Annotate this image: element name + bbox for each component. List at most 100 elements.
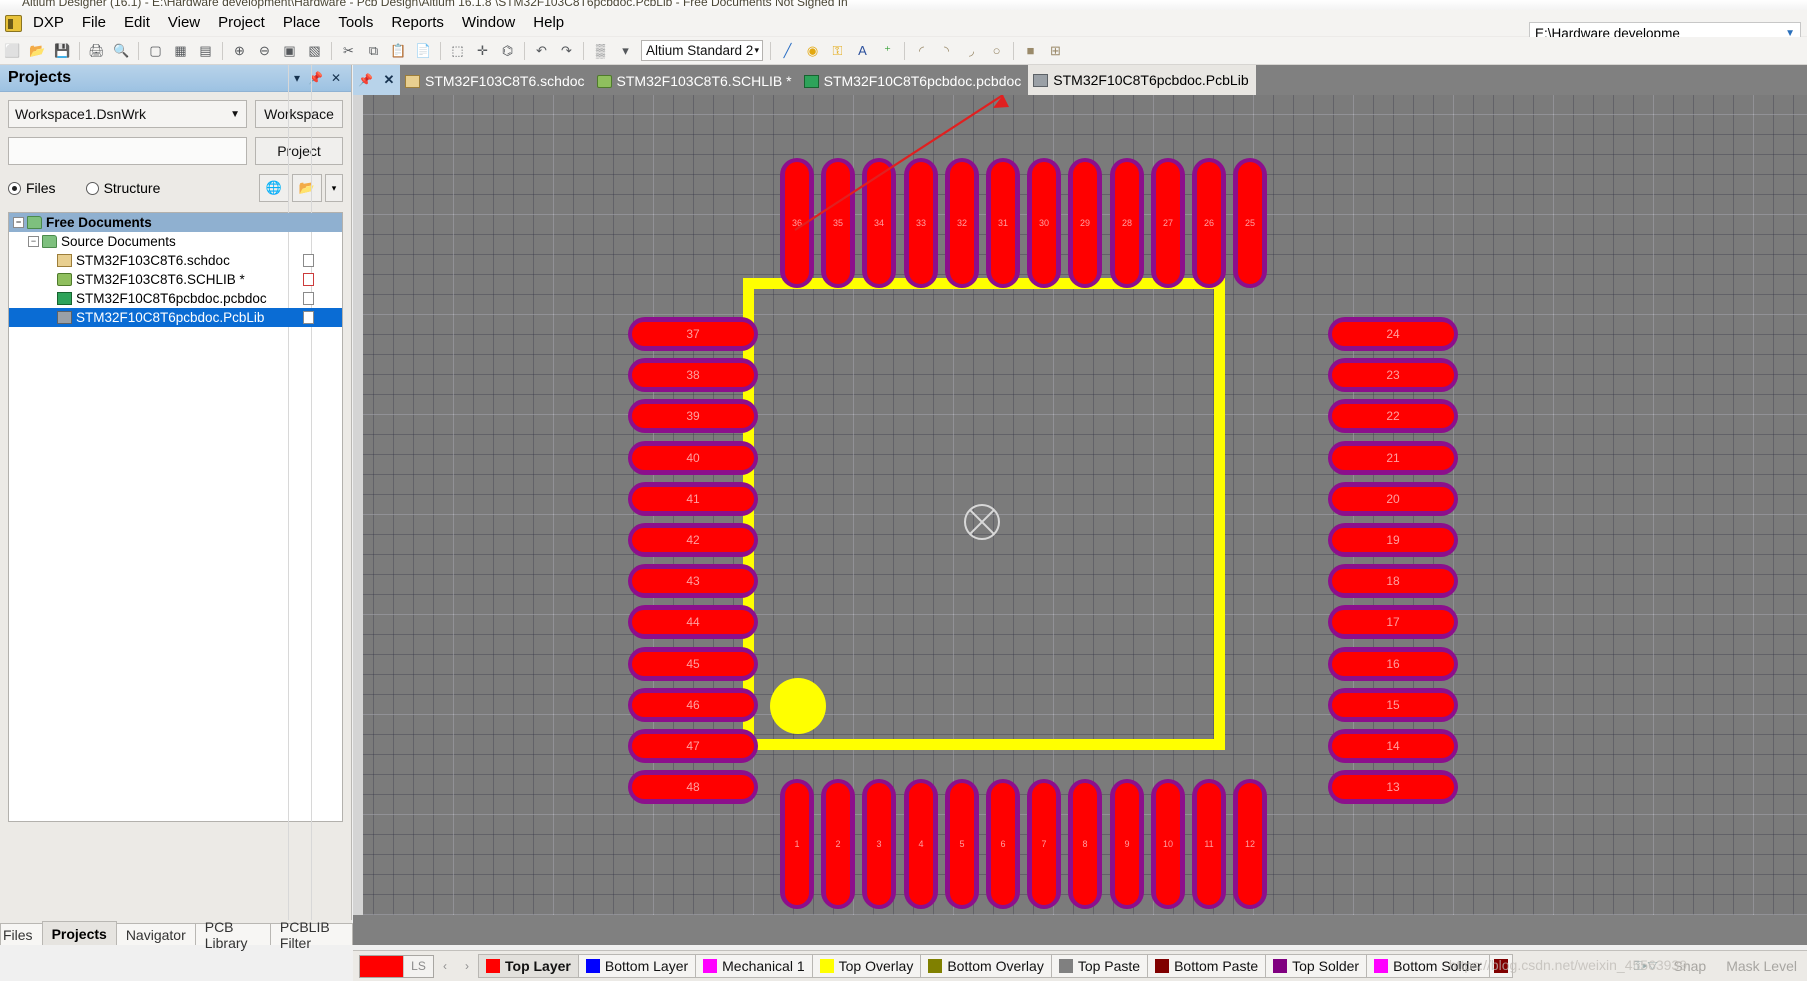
place-component-body-icon[interactable]: ⊞: [1044, 40, 1067, 62]
zoom-area-icon[interactable]: ▣: [278, 40, 301, 62]
place-full-circle-icon[interactable]: ○: [985, 40, 1008, 62]
pad-right-17[interactable]: 17: [1328, 605, 1458, 639]
cut-icon[interactable]: ✂: [337, 40, 360, 62]
undo-icon[interactable]: ↶: [530, 40, 553, 62]
menu-item-window[interactable]: Window: [453, 12, 524, 34]
pad-right-19[interactable]: 19: [1328, 523, 1458, 557]
pad-left-40[interactable]: 40: [628, 441, 758, 475]
pad-top-25[interactable]: 25: [1233, 158, 1267, 288]
place-arc-any-icon[interactable]: ◞: [960, 40, 983, 62]
layer-tab-bottom-solder[interactable]: Bottom Solder: [1366, 954, 1490, 978]
pad-left-37[interactable]: 37: [628, 317, 758, 351]
mask-level-label[interactable]: Mask Level: [1716, 958, 1807, 974]
panel-tab-navigator[interactable]: Navigator: [115, 923, 196, 945]
pad-left-45[interactable]: 45: [628, 647, 758, 681]
menu-item-dxp[interactable]: DXP: [24, 12, 73, 34]
place-fill-icon[interactable]: ■: [1019, 40, 1042, 62]
pad-right-23[interactable]: 23: [1328, 358, 1458, 392]
panel-close-icon[interactable]: ✕: [331, 72, 341, 84]
pcb-canvas[interactable]: 37 38 39 40 41 42 43 44 45 46 47 48 24 23 22 21 20 19 18 17…: [353, 95, 1807, 915]
place-arc-edge-icon[interactable]: ◝: [935, 40, 958, 62]
pad-left-42[interactable]: 42: [628, 523, 758, 557]
pad-left-38[interactable]: 38: [628, 358, 758, 392]
pad-top-32[interactable]: 32: [945, 158, 979, 288]
pad-via-display-icon[interactable]: ⚿▸▽: [1628, 959, 1664, 974]
deselect-all-icon[interactable]: ⌬: [496, 40, 519, 62]
layer-tab-extra-9[interactable]: [1488, 954, 1513, 978]
layer-tab-top-solder[interactable]: Top Solder: [1265, 954, 1368, 978]
radio-structure[interactable]: Structure: [85, 180, 160, 196]
pad-top-34[interactable]: 34: [862, 158, 896, 288]
pad-bottom-8[interactable]: 8: [1068, 779, 1102, 909]
pad-right-15[interactable]: 15: [1328, 688, 1458, 722]
new-document-icon[interactable]: ⬜: [1, 40, 24, 62]
pin1-marker-dot[interactable]: [770, 678, 826, 734]
place-line-icon[interactable]: ╱: [776, 40, 799, 62]
tree-item-5[interactable]: STM32F10C8T6pcbdoc.PcbLib: [9, 308, 342, 327]
menu-item-project[interactable]: Project: [209, 12, 274, 34]
project-tree[interactable]: − Free Documents − Source Documents STM32F10…: [8, 65, 343, 945]
pad-top-30[interactable]: 30: [1027, 158, 1061, 288]
layer-tab-top-paste[interactable]: Top Paste: [1050, 954, 1149, 978]
open-project-icon[interactable]: 📂: [292, 174, 322, 202]
tree-expander-icon[interactable]: −: [13, 217, 24, 228]
pad-top-36[interactable]: 36: [780, 158, 814, 288]
document-tab-2[interactable]: STM32F10C8T6pcbdoc.pcbdoc: [798, 67, 1029, 95]
layer-tab-bottom-layer[interactable]: Bottom Layer: [577, 954, 697, 978]
layer-tab-bottom-overlay[interactable]: Bottom Overlay: [920, 954, 1052, 978]
pad-right-16[interactable]: 16: [1328, 647, 1458, 681]
board-3d-view-icon[interactable]: ▢: [144, 40, 167, 62]
print-preview-icon[interactable]: 🔍: [110, 40, 133, 62]
pad-top-33[interactable]: 33: [904, 158, 938, 288]
place-pad-icon[interactable]: ◉: [801, 40, 824, 62]
tile-windows-icon[interactable]: ▤: [194, 40, 217, 62]
workspace-button[interactable]: Workspace: [255, 100, 343, 128]
snap-label[interactable]: Snap: [1663, 958, 1716, 974]
place-arc-center-icon[interactable]: ◜: [910, 40, 933, 62]
radio-files[interactable]: Files: [8, 180, 56, 196]
panel-tab-projects[interactable]: Projects: [41, 921, 117, 945]
paste-special-icon[interactable]: 📄: [412, 40, 435, 62]
menu-item-reports[interactable]: Reports: [382, 12, 453, 34]
document-tab-3[interactable]: STM32F10C8T6pcbdoc.PcbLib: [1028, 65, 1256, 95]
pad-top-26[interactable]: 26: [1192, 158, 1226, 288]
tree-item-3[interactable]: STM32F103C8T6.SCHLIB *: [9, 270, 342, 289]
menu-item-file[interactable]: File: [73, 12, 115, 34]
pad-right-14[interactable]: 14: [1328, 729, 1458, 763]
compile-icon[interactable]: 🌐: [259, 174, 289, 202]
move-selection-icon[interactable]: ✛: [471, 40, 494, 62]
pad-right-21[interactable]: 21: [1328, 441, 1458, 475]
panel-tab-files[interactable]: Files: [0, 923, 43, 945]
pad-top-31[interactable]: 31: [986, 158, 1020, 288]
place-coordinate-icon[interactable]: ⁺: [876, 40, 899, 62]
paste-icon[interactable]: 📋: [387, 40, 410, 62]
chevron-down-icon[interactable]: ▾: [754, 45, 762, 56]
pad-left-43[interactable]: 43: [628, 564, 758, 598]
menu-item-help[interactable]: Help: [524, 12, 573, 34]
pad-bottom-6[interactable]: 6: [986, 779, 1020, 909]
pad-left-46[interactable]: 46: [628, 688, 758, 722]
pad-bottom-9[interactable]: 9: [1110, 779, 1144, 909]
tree-item-2[interactable]: STM32F103C8T6.schdoc: [9, 251, 342, 270]
tree-expander-icon[interactable]: −: [28, 236, 39, 247]
pad-right-18[interactable]: 18: [1328, 564, 1458, 598]
more-dropdown-icon[interactable]: ▾: [325, 174, 343, 202]
redo-icon[interactable]: ↷: [555, 40, 578, 62]
save-document-icon[interactable]: 💾: [51, 40, 74, 62]
pad-bottom-12[interactable]: 12: [1233, 779, 1267, 909]
open-document-icon[interactable]: 📂: [26, 40, 49, 62]
print-icon[interactable]: 🖨: [85, 40, 108, 62]
menu-item-view[interactable]: View: [159, 12, 209, 34]
grid-settings-icon[interactable]: ▒: [589, 40, 612, 62]
document-tab-1[interactable]: STM32F103C8T6.SCHLIB *: [591, 67, 799, 95]
pad-top-28[interactable]: 28: [1110, 158, 1144, 288]
layer-tab-bottom-paste[interactable]: Bottom Paste: [1147, 954, 1267, 978]
panel-tab-pcb-library[interactable]: PCB Library: [194, 919, 271, 951]
panel-dropdown-icon[interactable]: ▾: [294, 72, 300, 84]
grid-dropdown-icon[interactable]: ▾: [614, 40, 637, 62]
layer-tab-mechanical-1[interactable]: Mechanical 1: [695, 954, 813, 978]
panel-pin-icon[interactable]: 📌: [353, 65, 378, 95]
tree-item-1[interactable]: − Source Documents: [9, 232, 342, 251]
pad-left-41[interactable]: 41: [628, 482, 758, 516]
pad-right-13[interactable]: 13: [1328, 770, 1458, 804]
